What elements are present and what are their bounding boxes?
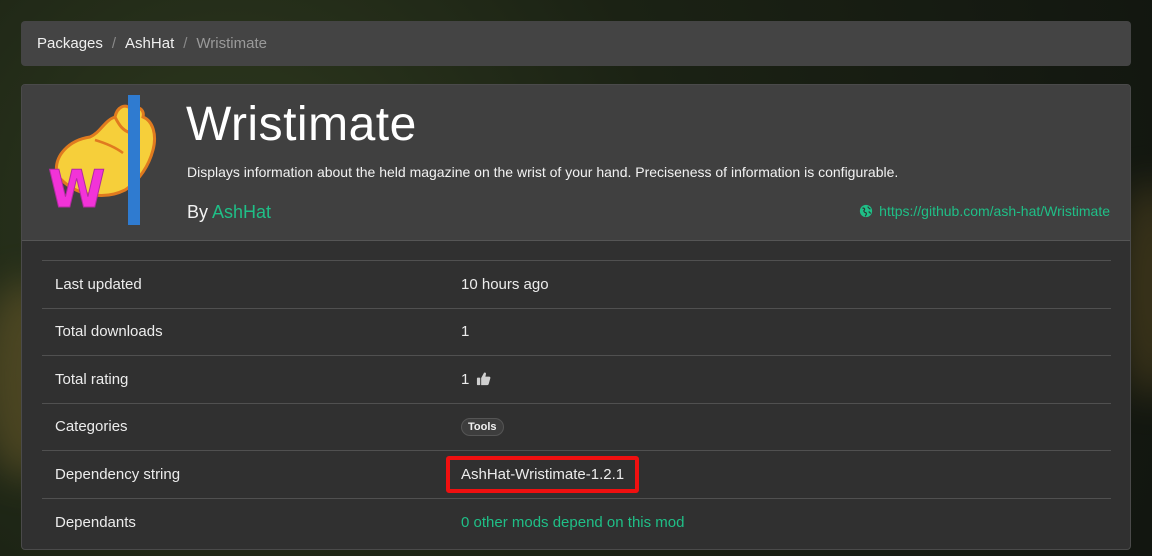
- dependency-string-value[interactable]: AshHat-Wristimate-1.2.1: [461, 466, 624, 483]
- package-description: Displays information about the held maga…: [187, 164, 899, 180]
- table-row: Last updated 10 hours ago: [42, 260, 1111, 309]
- breadcrumb-separator: /: [183, 35, 188, 52]
- package-title: Wristimate: [186, 98, 417, 151]
- dependants-cell: 0 other mods depend on this mod: [448, 498, 1111, 546]
- breadcrumb-author-link[interactable]: AshHat: [125, 35, 174, 52]
- dependency-string-highlight: AshHat-Wristimate-1.2.1: [446, 455, 640, 493]
- total-downloads-value: 1: [461, 323, 470, 341]
- thumbs-up-icon[interactable]: [476, 371, 491, 386]
- category-badge-tools[interactable]: Tools: [461, 418, 504, 437]
- by-label: By: [187, 202, 209, 222]
- categories-label: Categories: [55, 418, 128, 436]
- table-row: Categories Tools: [42, 403, 1111, 451]
- breadcrumb-packages-link[interactable]: Packages: [37, 35, 103, 52]
- package-header: W Wristimate Displays information about …: [22, 85, 1130, 241]
- last-updated-label: Last updated: [55, 275, 142, 293]
- breadcrumb-separator: /: [111, 35, 117, 52]
- total-rating-value: 1: [461, 370, 470, 388]
- last-updated-value: 10 hours ago: [461, 275, 549, 293]
- categories-cell: Tools: [448, 403, 1111, 451]
- package-details-table: Last updated 10 hours ago Total download…: [42, 260, 1111, 546]
- table-row: Dependants 0 other mods depend on this m…: [42, 498, 1111, 546]
- dependency-string-label: Dependency string: [55, 465, 181, 483]
- table-row: Total downloads 1: [42, 308, 1111, 356]
- logo-letter: W: [48, 160, 105, 220]
- repository-link[interactable]: https://github.com/ash-hat/Wristimate: [859, 203, 1110, 219]
- table-row: Total rating 1: [42, 355, 1111, 404]
- globe-icon: [860, 204, 873, 218]
- dependants-label: Dependants: [55, 513, 136, 531]
- breadcrumb-current: Wristimate: [196, 35, 267, 52]
- table-row: Dependency string AshHat-Wristimate-1.2.…: [42, 450, 1111, 499]
- dependency-string-cell: AshHat-Wristimate-1.2.1: [446, 451, 1111, 499]
- package-byline: By AshHat: [187, 202, 271, 223]
- package-card: W Wristimate Displays information about …: [21, 84, 1131, 550]
- total-downloads-label: Total downloads: [55, 323, 163, 341]
- dependants-link[interactable]: 0 other mods depend on this mod: [461, 514, 684, 531]
- repository-url: https://github.com/ash-hat/Wristimate: [879, 203, 1110, 219]
- breadcrumb: Packages / AshHat / Wristimate: [21, 21, 1131, 66]
- total-rating-cell: 1: [448, 356, 1111, 404]
- package-logo-icon: W: [48, 95, 157, 225]
- author-link[interactable]: AshHat: [212, 202, 271, 222]
- total-rating-label: Total rating: [55, 370, 129, 388]
